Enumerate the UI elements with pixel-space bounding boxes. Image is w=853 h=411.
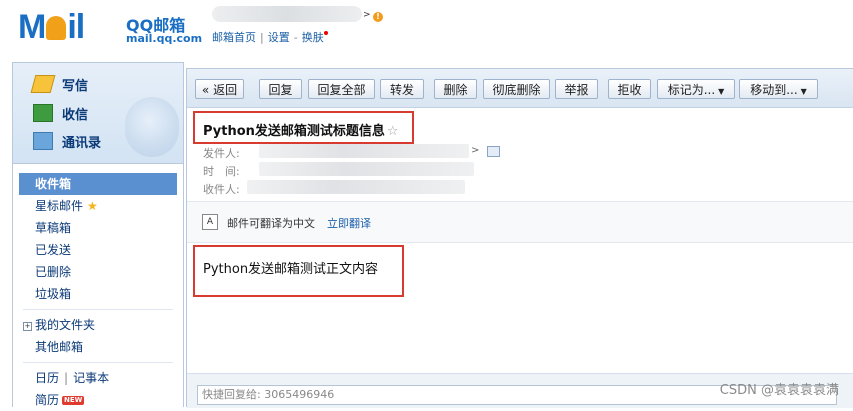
sidebar-item-my-folders[interactable]: + 我的文件夹	[19, 314, 177, 336]
divider	[23, 362, 173, 363]
resume-label: 简历	[35, 393, 60, 407]
delete-permanent-button[interactable]: 彻底删除	[483, 79, 550, 99]
forward-button[interactable]: 转发	[380, 79, 424, 99]
inbox-arrow-icon	[33, 104, 53, 122]
sidebar-item-other-mail[interactable]: 其他邮箱	[19, 336, 177, 358]
my-folders-label: 我的文件夹	[35, 318, 96, 332]
recipient-blurred[interactable]	[247, 180, 465, 194]
sidebar-item-starred[interactable]: 星标邮件 ★	[19, 195, 177, 217]
check-mail-label: 收信	[62, 107, 89, 123]
divider	[23, 309, 173, 310]
sender-arrow-icon[interactable]: >	[471, 145, 479, 156]
translate-bar: A 邮件可翻译为中文 立即翻译	[187, 201, 853, 243]
penguin-decoration-icon	[125, 97, 179, 157]
sidebar-item-spam[interactable]: 垃圾箱	[19, 283, 177, 305]
account-name-blurred[interactable]	[212, 6, 362, 22]
sidebar-actions: 写信 收信 通讯录	[13, 63, 183, 164]
from-label: 发件人:	[203, 147, 240, 160]
skin-link[interactable]: 换肤	[302, 31, 324, 44]
folder-list: 收件箱 星标邮件 ★ 草稿箱 已发送 已删除 垃圾箱 + 我的文件夹 其他邮箱 日历…	[19, 173, 177, 411]
contacts-button[interactable]: 通讯录	[33, 130, 101, 152]
calendar-link[interactable]: 日历	[35, 371, 59, 385]
report-button[interactable]: 举报	[555, 79, 598, 99]
contacts-label: 通讯录	[62, 135, 102, 151]
mail-body: Python发送邮箱测试正文内容	[203, 262, 379, 277]
sidebar-item-deleted[interactable]: 已删除	[19, 261, 177, 283]
mail-subject: Python发送邮箱测试标题信息 ☆	[203, 120, 399, 139]
translate-text: 邮件可翻译为中文	[227, 217, 315, 230]
expand-plus-icon[interactable]: +	[23, 322, 32, 331]
sidebar-item-calendar-notes: 日历 | 记事本	[35, 371, 110, 385]
move-to-label: 移动到...	[750, 83, 798, 97]
pencil-paper-icon	[30, 75, 56, 93]
notice-icon[interactable]: !	[373, 12, 383, 22]
header: Mil QQ邮箱 mail.qq.com > ! 邮箱首页 | 设置 - 换肤	[0, 0, 853, 62]
bell-logo-icon	[46, 16, 67, 40]
sidebar-item-inbox[interactable]: 收件箱	[19, 173, 177, 195]
chevron-down-icon: ▼	[718, 87, 725, 96]
notes-link[interactable]: 记事本	[73, 371, 109, 385]
mail-reader: « 返回 回复 回复全部 转发 删除 彻底删除 举报 拒收 标记为... ▼ 移动…	[186, 68, 853, 408]
settings-link[interactable]: 设置	[268, 31, 290, 44]
reply-all-button[interactable]: 回复全部	[308, 79, 375, 99]
translate-icon: A	[202, 214, 218, 230]
time-label: 时 间:	[203, 165, 240, 178]
qq-mail-logo[interactable]: Mil	[18, 10, 85, 44]
compose-label: 写信	[62, 78, 89, 94]
sidebar-item-sent[interactable]: 已发送	[19, 239, 177, 261]
watermark: CSDN @袁袁袁袁满	[719, 383, 839, 398]
time-blurred	[259, 162, 474, 176]
back-button[interactable]: « 返回	[195, 79, 244, 99]
sidebar: 写信 收信 通讯录 收件箱 星标邮件 ★ 草稿箱 已发送 已删除 垃圾箱 + 我的文…	[12, 62, 184, 407]
star-outline-icon[interactable]: ☆	[387, 124, 399, 139]
contacts-card-icon	[33, 132, 53, 150]
check-mail-button[interactable]: 收信	[33, 102, 88, 124]
move-to-dropdown[interactable]: 移动到... ▼	[739, 79, 818, 99]
new-dot-icon	[323, 31, 328, 35]
top-links: 邮箱首页 | 设置 - 换肤	[212, 29, 328, 45]
compose-button[interactable]: 写信	[30, 73, 89, 95]
sender-blurred[interactable]	[259, 144, 469, 158]
home-link[interactable]: 邮箱首页	[212, 31, 256, 44]
delete-button[interactable]: 删除	[434, 79, 477, 99]
brand-url: mail.qq.com	[126, 32, 203, 45]
mark-as-label: 标记为...	[667, 83, 716, 97]
translate-now-link[interactable]: 立即翻译	[327, 215, 371, 231]
subject-text: Python发送邮箱测试标题信息	[203, 124, 385, 139]
reject-button[interactable]: 拒收	[608, 79, 651, 99]
sidebar-item-resume[interactable]: 简历 NEW	[19, 389, 177, 411]
new-badge: NEW	[62, 396, 85, 405]
mark-as-dropdown[interactable]: 标记为... ▼	[657, 79, 735, 99]
starred-label: 星标邮件	[35, 199, 84, 213]
account-arrow-icon[interactable]: >	[363, 10, 371, 20]
sidebar-item-drafts[interactable]: 草稿箱	[19, 217, 177, 239]
contact-card-icon[interactable]	[487, 146, 500, 157]
star-icon: ★	[87, 199, 98, 213]
toolbar: « 返回 回复 回复全部 转发 删除 彻底删除 举报 拒收 标记为... ▼ 移动…	[187, 69, 853, 108]
to-label: 收件人:	[203, 183, 240, 196]
chevron-down-icon: ▼	[800, 87, 807, 96]
reply-button[interactable]: 回复	[259, 79, 302, 99]
